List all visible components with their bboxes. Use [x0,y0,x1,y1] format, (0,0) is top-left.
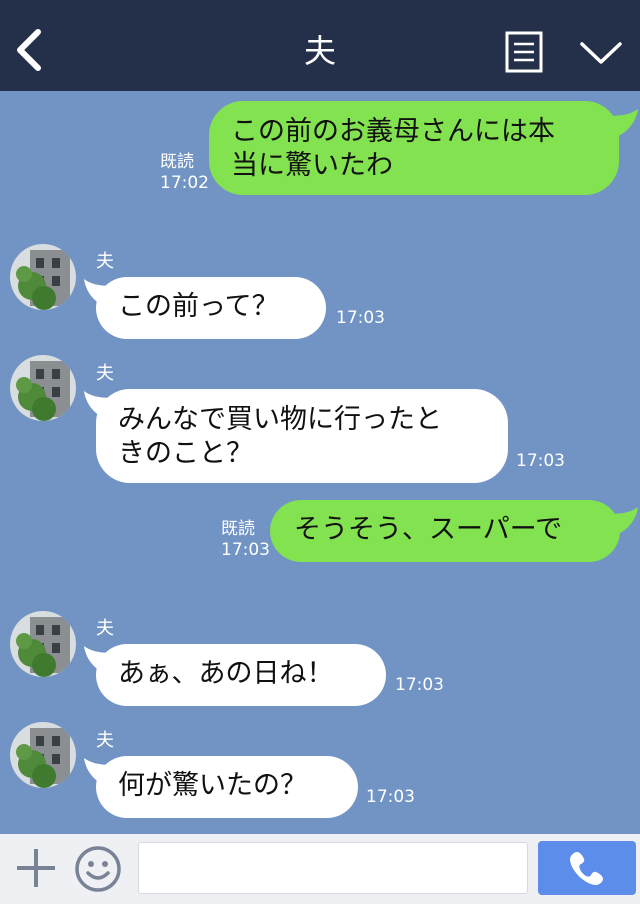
message-text-line: きのこと？ [118,438,253,469]
avatar-photo-icon [10,611,76,677]
message-text-line: 何が驚いたの？ [118,770,307,801]
message-text-line: そうそう、スーパーで [294,514,563,545]
avatar-photo-icon [10,244,76,310]
message-text-line: 当に驚いたわ [231,150,393,181]
message-text-line: この前って？ [118,291,279,322]
sender-name: 夫 [96,730,114,751]
avatar[interactable] [10,355,76,421]
bubble-tail-out [604,507,638,537]
avatar[interactable] [10,611,76,677]
phone-icon [570,852,603,885]
outgoing-message-bubble[interactable]: この前のお義母さんには本 当に驚いたわ [209,101,619,195]
message-time: 17:02 [160,173,209,193]
avatar[interactable] [10,244,76,310]
outgoing-message-bubble[interactable]: そうそう、スーパーで [270,500,620,562]
chat-header: 夫 [0,0,640,91]
message-text-line: この前のお義母さんには本 [231,116,555,147]
avatar-photo-icon [10,355,76,421]
incoming-message-bubble[interactable]: あぁ、あの日ね！ [96,644,386,706]
sender-name: 夫 [96,251,114,272]
list-menu-icon [505,31,543,73]
emoji-button[interactable] [74,845,122,893]
message-text-line: みんなで買い物に行ったと [118,404,442,435]
bubble-tail-out [604,109,638,139]
message-time: 17:03 [221,540,270,560]
incoming-message-bubble[interactable]: 何が驚いたの？ [96,756,358,818]
message-time: 17:03 [395,675,444,695]
call-button[interactable] [538,841,636,895]
sender-name: 夫 [96,363,114,384]
sender-name: 夫 [96,618,114,639]
message-text-line: あぁ、あの日ね！ [118,658,334,689]
smiley-icon [75,846,121,892]
message-meta: 既読 17:02 [160,152,209,194]
chat-title: 夫 [303,32,336,70]
message-time: 17:03 [336,308,385,328]
message-time: 17:03 [516,451,565,471]
avatar[interactable] [10,722,76,788]
incoming-message-bubble[interactable]: この前って？ [96,277,326,339]
message-meta: 既読 17:03 [221,519,270,561]
message-input[interactable] [138,842,528,894]
message-time: 17:03 [366,787,415,807]
chat-area[interactable]: 既読 17:02 この前のお義母さんには本 当に驚いたわ 夫 この前って？ 17… [0,91,640,834]
avatar-photo-icon [10,722,76,788]
menu-button[interactable] [505,31,543,73]
add-attachment-button[interactable] [14,846,58,890]
incoming-message-bubble[interactable]: みんなで買い物に行ったと きのこと？ [96,389,508,483]
plus-icon [17,849,55,887]
chevron-down-icon [580,42,622,64]
expand-button[interactable] [578,38,624,68]
read-receipt: 既読 [221,519,255,539]
read-receipt: 既読 [160,152,194,172]
